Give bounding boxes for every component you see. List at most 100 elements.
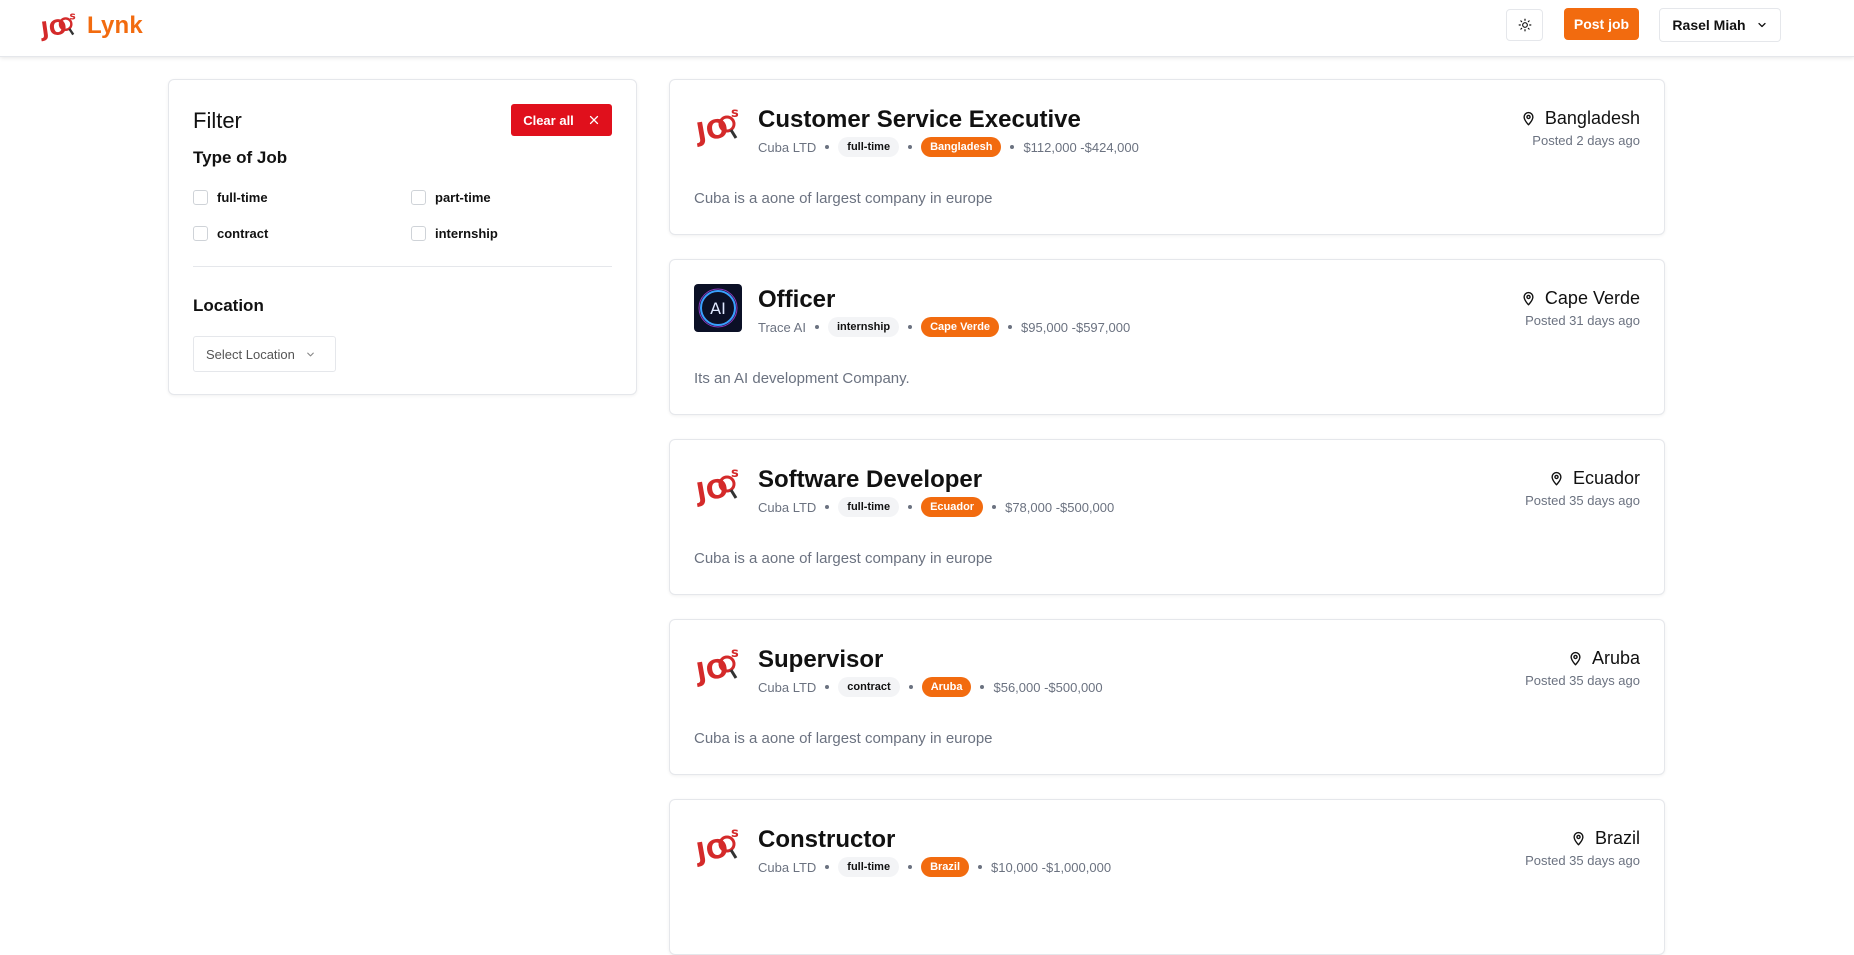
- job-meta: Cuba LTD full-time Bangladesh $112,000 -…: [758, 137, 1139, 157]
- checkbox-label: full-time: [217, 190, 268, 205]
- brand-logo[interactable]: JO s Lynk: [40, 9, 143, 43]
- job-meta: Trace AI internship Cape Verde $95,000 -…: [758, 317, 1130, 337]
- checkbox[interactable]: [193, 226, 208, 241]
- separator-dot: [908, 145, 913, 149]
- salary-range: $56,000 -$500,000: [993, 679, 1103, 695]
- location-badge: Cape Verde: [921, 317, 1000, 337]
- job-type-badge: internship: [827, 317, 900, 337]
- checkbox-label: internship: [435, 226, 498, 241]
- jobs-logo-icon: JO s: [692, 824, 742, 872]
- svg-text:s: s: [731, 106, 739, 121]
- company-name: Trace AI: [758, 319, 806, 335]
- job-location: Brazil: [1594, 828, 1640, 848]
- separator-dot: [825, 505, 830, 509]
- company-name: Cuba LTD: [758, 139, 817, 155]
- chevron-down-icon: [307, 352, 314, 356]
- separator-dot: [1008, 325, 1013, 329]
- checkbox-label: part-time: [435, 190, 491, 205]
- svg-text:s: s: [69, 10, 75, 22]
- job-type-badge: contract: [838, 677, 900, 697]
- clear-all-label: Clear all: [523, 112, 574, 128]
- job-meta: Cuba LTD full-time Brazil $10,000 -$1,00…: [758, 857, 1111, 877]
- job-location: Aruba: [1591, 648, 1640, 668]
- sun-icon: [1518, 18, 1531, 32]
- svg-text:s: s: [731, 466, 739, 481]
- map-pin-icon: [1573, 831, 1584, 846]
- filter-panel: Filter Clear all Type of Job full-time p…: [168, 79, 637, 395]
- brand-name: Lynk: [87, 12, 143, 39]
- close-icon: [589, 115, 598, 125]
- job-type-badge: full-time: [838, 497, 900, 517]
- map-pin-icon: [1523, 111, 1534, 126]
- job-title[interactable]: Customer Service Executive: [758, 106, 1081, 134]
- post-job-button[interactable]: Post job: [1564, 8, 1639, 40]
- checkbox[interactable]: [411, 226, 426, 241]
- separator-dot: [980, 685, 985, 689]
- job-title[interactable]: Constructor: [758, 826, 895, 854]
- job-card[interactable]: JO s Software Developer Cuba LTD full-tim…: [669, 439, 1665, 595]
- svg-text:AI: AI: [710, 299, 726, 318]
- filter-checkbox-internship[interactable]: internship: [411, 226, 498, 241]
- job-type-badge: full-time: [838, 857, 900, 877]
- jobs-logo-icon: JO s: [692, 464, 742, 512]
- location-badge: Aruba: [921, 677, 972, 697]
- company-name: Cuba LTD: [758, 679, 817, 695]
- company-name: Cuba LTD: [758, 859, 817, 875]
- job-meta: Cuba LTD full-time Ecuador $78,000 -$500…: [758, 497, 1114, 517]
- location-select[interactable]: Select Location: [193, 336, 336, 372]
- filter-checkbox-full-time[interactable]: full-time: [193, 190, 268, 205]
- job-card[interactable]: AI Officer Trace AI internship Cape Verd…: [669, 259, 1665, 415]
- job-description: Cuba is a aone of largest company in eur…: [694, 190, 993, 207]
- svg-text:s: s: [731, 826, 739, 841]
- checkbox[interactable]: [193, 190, 208, 205]
- job-location-info: Aruba Posted 35 days ago: [1525, 648, 1640, 688]
- filter-checkbox-contract[interactable]: contract: [193, 226, 268, 241]
- posted-time: Posted 31 days ago: [1525, 313, 1640, 328]
- separator-dot: [814, 325, 819, 329]
- job-card[interactable]: JO s Customer Service Executive Cuba LTD …: [669, 79, 1665, 235]
- salary-range: $95,000 -$597,000: [1021, 319, 1131, 335]
- job-card[interactable]: JO s Constructor Cuba LTD full-time Brazi…: [669, 799, 1665, 955]
- jobs-logo-icon: JO s: [692, 104, 742, 152]
- filter-title: Filter: [193, 108, 242, 133]
- job-meta: Cuba LTD contract Aruba $56,000 -$500,00…: [758, 677, 1103, 697]
- job-description: Cuba is a aone of largest company in eur…: [694, 550, 993, 567]
- top-navbar: JO s Lynk Post job Rasel Miah: [0, 0, 1854, 57]
- salary-range: $10,000 -$1,000,000: [991, 859, 1112, 875]
- job-location-info: Ecuador Posted 35 days ago: [1525, 468, 1640, 508]
- job-type-badge: full-time: [838, 137, 900, 157]
- job-card[interactable]: JO s Supervisor Cuba LTD contract Aruba $…: [669, 619, 1665, 775]
- jobs-logo-icon: JO s: [40, 10, 76, 42]
- user-name: Rasel Miah: [1672, 17, 1746, 33]
- user-menu-button[interactable]: Rasel Miah: [1659, 8, 1781, 42]
- job-location-info: Brazil Posted 35 days ago: [1525, 828, 1640, 868]
- location-select-value: Select Location: [206, 346, 295, 362]
- theme-toggle-button[interactable]: [1506, 9, 1543, 41]
- map-pin-icon: [1523, 291, 1534, 306]
- separator-dot: [825, 145, 830, 149]
- checkbox[interactable]: [411, 190, 426, 205]
- job-location: Cape Verde: [1544, 288, 1640, 308]
- separator-dot: [825, 865, 830, 869]
- jobs-logo-icon: JO s: [692, 644, 742, 692]
- separator-dot: [978, 865, 983, 869]
- separator-dot: [825, 685, 830, 689]
- posted-time: Posted 35 days ago: [1525, 673, 1640, 688]
- job-description: Cuba is a aone of largest company in eur…: [694, 730, 993, 747]
- location-heading: Location: [193, 296, 264, 315]
- posted-time: Posted 35 days ago: [1525, 493, 1640, 508]
- separator-dot: [992, 505, 997, 509]
- ai-logo-icon: AI: [694, 284, 742, 332]
- job-title[interactable]: Officer: [758, 286, 835, 314]
- posted-time: Posted 35 days ago: [1525, 853, 1640, 868]
- separator-dot: [908, 505, 913, 509]
- clear-all-button[interactable]: Clear all: [511, 104, 612, 136]
- salary-range: $78,000 -$500,000: [1005, 499, 1115, 515]
- job-title[interactable]: Software Developer: [758, 466, 982, 494]
- job-type-heading: Type of Job: [193, 148, 288, 167]
- separator-dot: [908, 865, 913, 869]
- posted-time: Posted 2 days ago: [1532, 133, 1640, 148]
- salary-range: $112,000 -$424,000: [1023, 139, 1139, 155]
- filter-checkbox-part-time[interactable]: part-time: [411, 190, 491, 205]
- job-title[interactable]: Supervisor: [758, 646, 883, 674]
